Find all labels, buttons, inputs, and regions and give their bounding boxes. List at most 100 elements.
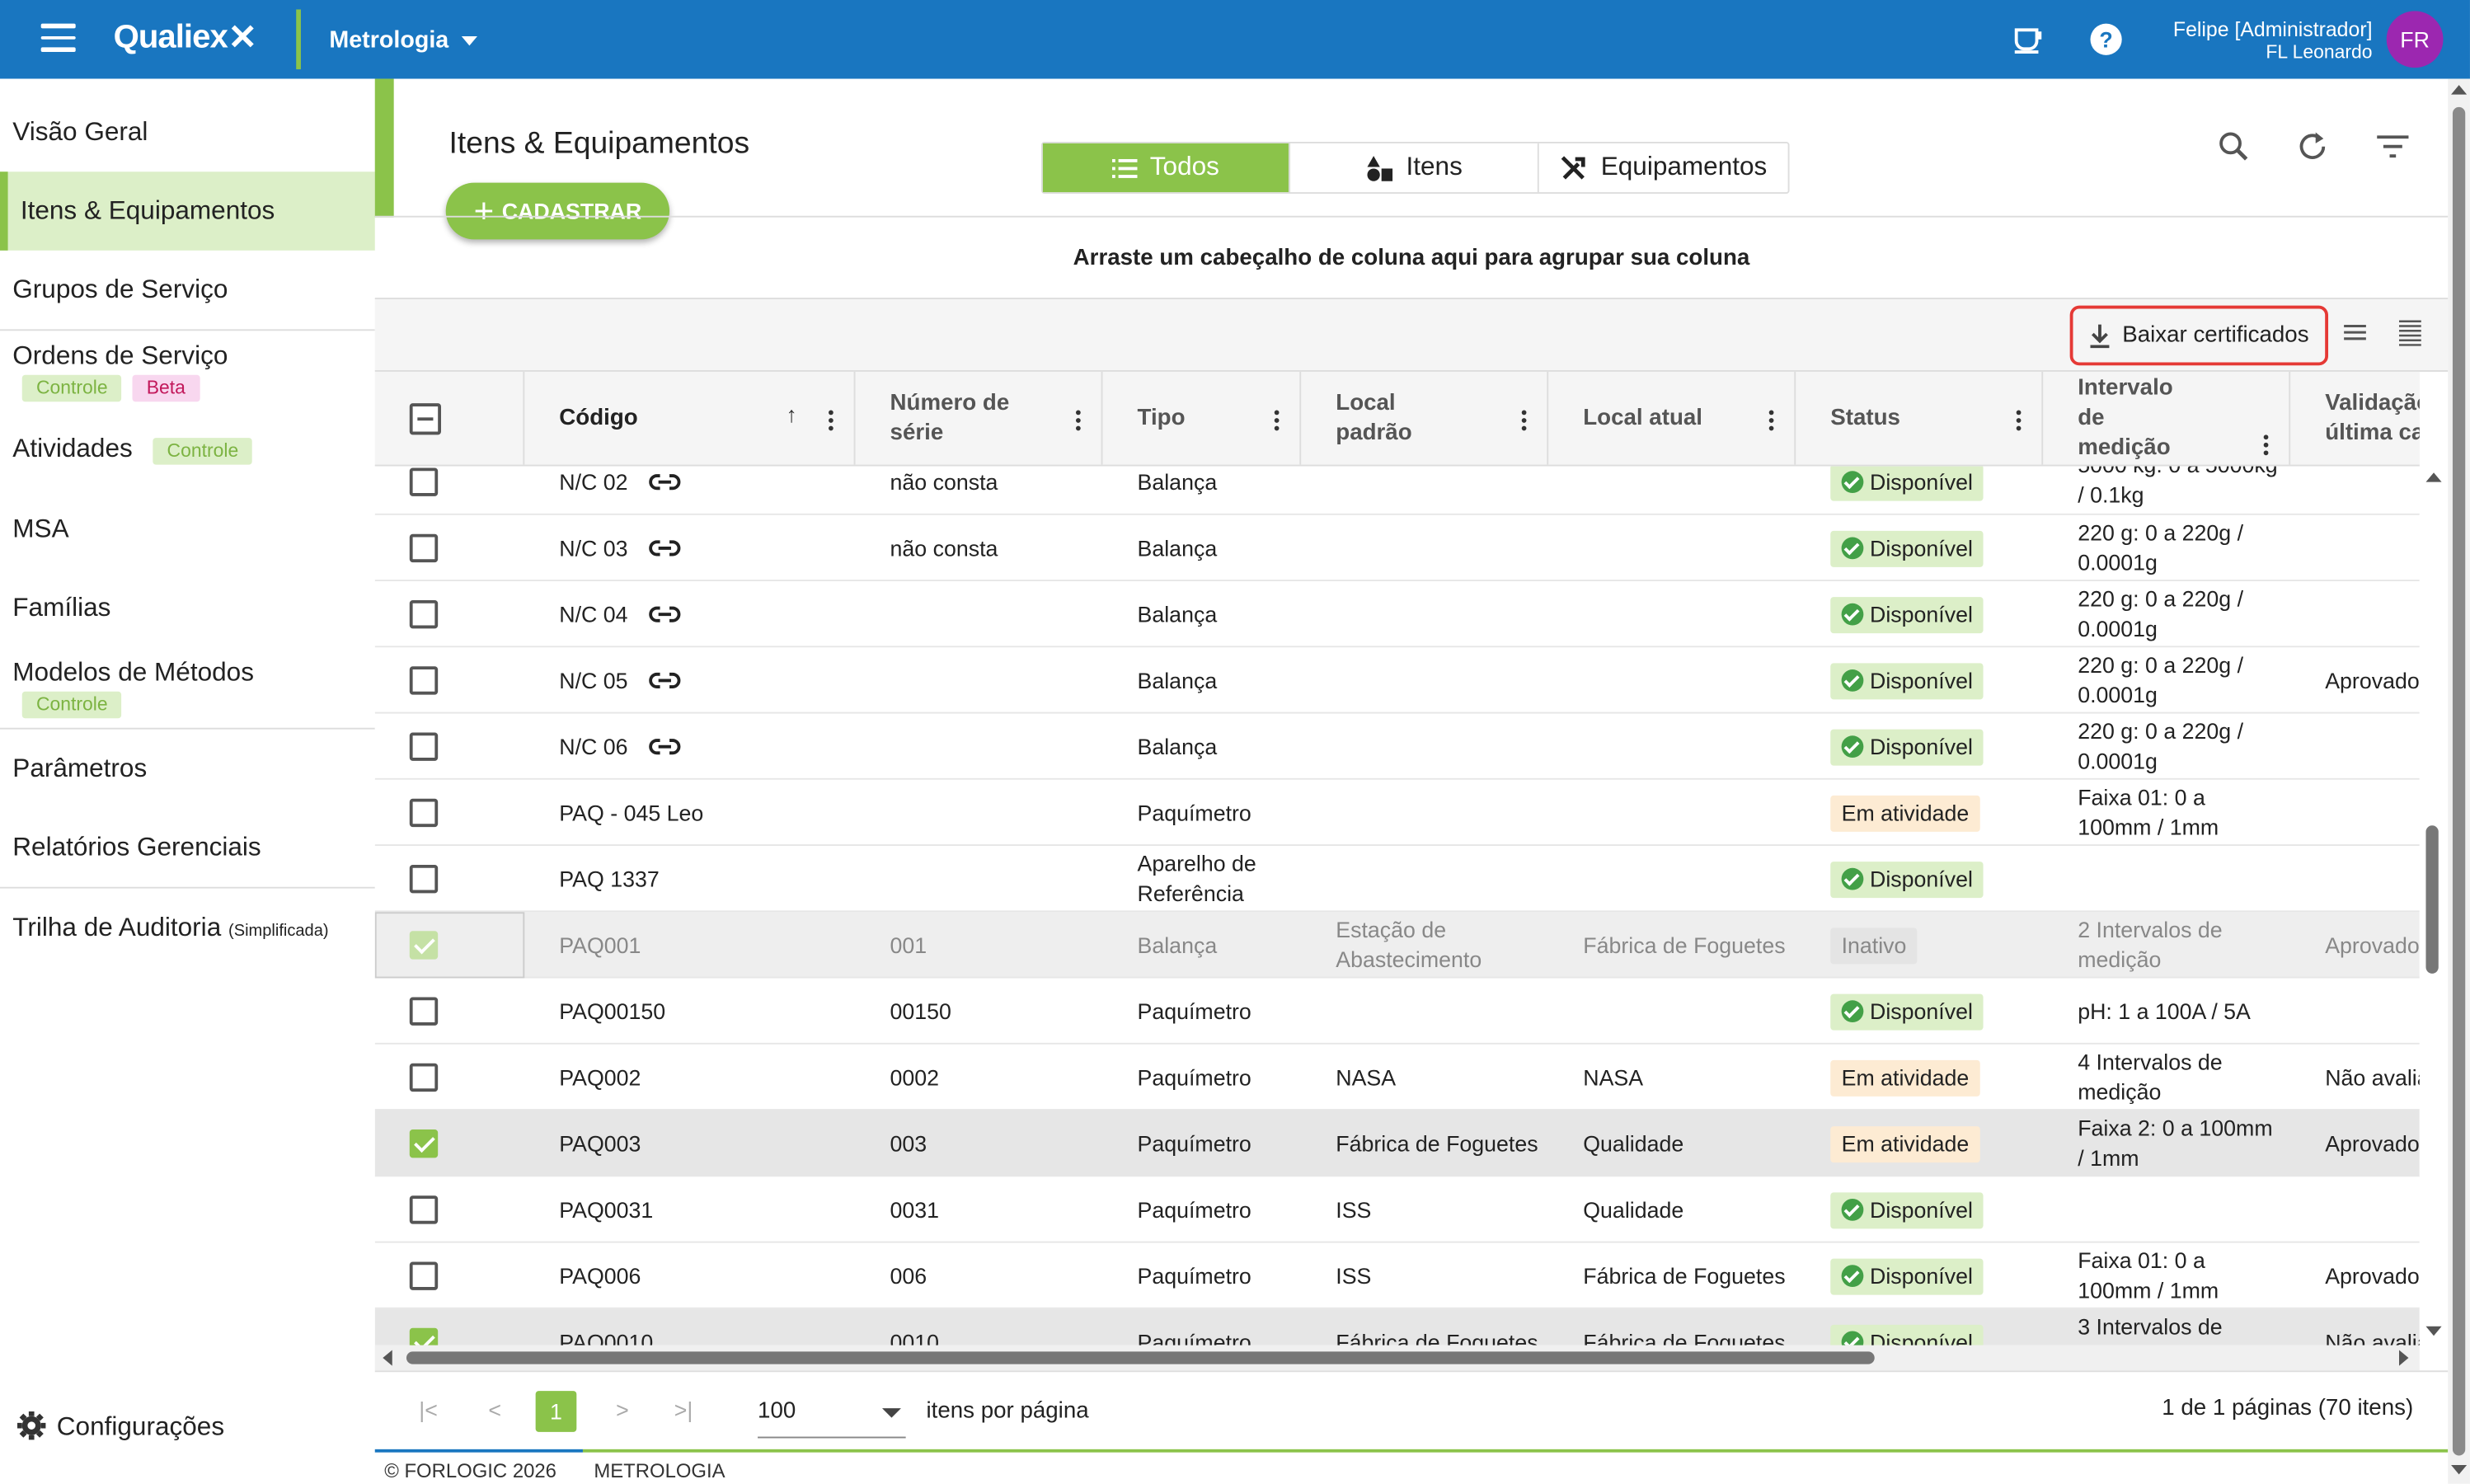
column-menu-icon[interactable]	[1076, 410, 1082, 433]
column-menu-icon[interactable]	[2016, 410, 2023, 433]
table-row[interactable]: N/C 05 Balança Disponível 220 g: 0 a 220g /…	[374, 647, 2420, 714]
row-checkbox[interactable]	[409, 1327, 439, 1345]
coffee-cup-icon[interactable]	[2010, 22, 2045, 57]
table-row[interactable]: PAQ002 0002 Paquímetro NASA NASA Em atividade…	[374, 1044, 2420, 1111]
row-checkbox[interactable]	[409, 732, 439, 761]
column-menu-icon[interactable]	[1768, 410, 1776, 433]
link-icon[interactable]	[646, 669, 681, 692]
filter-icon[interactable]	[2375, 129, 2410, 164]
column-header-numero-serie[interactable]: Número de série	[856, 371, 1103, 465]
row-checkbox[interactable]	[409, 533, 439, 563]
sidebar-item-trilha-auditoria[interactable]: Trilha de Auditoria (Simplificada)	[0, 896, 375, 959]
column-chooser-icon[interactable]	[2396, 318, 2424, 346]
row-checkbox[interactable]	[409, 864, 439, 894]
tab-equipamentos[interactable]: Equipamentos	[1539, 143, 1788, 192]
column-menu-icon[interactable]	[2263, 434, 2270, 457]
column-header-validacao[interactable]: Validação última ca	[2290, 372, 2420, 465]
link-icon[interactable]	[646, 471, 681, 493]
row-checkbox[interactable]	[409, 798, 439, 828]
table-row[interactable]: PAQ003 003 Paquímetro Fábrica de Foguetes Qu…	[374, 1111, 2420, 1177]
table-row[interactable]: N/C 06 Balança Disponível 220 g: 0 a 220g /…	[374, 713, 2420, 780]
column-header-codigo[interactable]: Código ↑	[524, 371, 856, 465]
tab-itens[interactable]: Itens	[1290, 143, 1539, 193]
page-size-select[interactable]: 100	[758, 1385, 906, 1439]
link-icon[interactable]	[646, 603, 681, 626]
scroll-down-icon[interactable]	[2451, 1464, 2468, 1475]
row-checkbox[interactable]	[409, 599, 439, 629]
table-row[interactable]: PAQ - 045 Leo Paquímetro Em atividade Faixa…	[374, 779, 2420, 847]
scroll-thumb[interactable]	[406, 1351, 1875, 1364]
download-certificates-button[interactable]: Baixar certificados	[2069, 305, 2329, 366]
status-cell: Em atividade	[1830, 1111, 1980, 1176]
sidebar-item-familias[interactable]: Famílias	[0, 576, 375, 639]
column-menu-icon[interactable]	[829, 410, 835, 433]
column-header-intervalo[interactable]: Intervalo de medição	[2043, 371, 2291, 465]
link-icon[interactable]	[646, 538, 681, 560]
row-checkbox[interactable]	[409, 1195, 439, 1224]
sidebar-item-grupos-servico[interactable]: Grupos de Serviço	[0, 258, 375, 321]
first-page-icon[interactable]: |<	[419, 1397, 438, 1423]
table-row[interactable]: PAQ0010 0010 Paquímetro Fábrica de Foguetes…	[374, 1308, 2420, 1345]
scroll-down-icon[interactable]	[2425, 1326, 2442, 1336]
row-checkbox[interactable]	[409, 467, 439, 496]
user-info[interactable]: Felipe [Administrador] FL Leonardo	[2173, 17, 2373, 64]
sidebar-item-itens-equipamentos[interactable]: Itens & Equipamentos	[0, 171, 375, 251]
avatar[interactable]: FR	[2386, 11, 2444, 68]
row-checkbox[interactable]	[409, 666, 439, 695]
select-all-checkbox[interactable]	[409, 403, 441, 435]
scroll-up-icon[interactable]	[2425, 472, 2442, 482]
row-checkbox[interactable]	[409, 1261, 439, 1290]
scroll-left-icon[interactable]	[383, 1350, 392, 1366]
page-scrollbar[interactable]	[2448, 78, 2470, 1484]
refresh-icon[interactable]	[2295, 129, 2330, 164]
column-header-local-atual[interactable]: Local atual	[1548, 371, 1796, 465]
app-logo[interactable]: Qualiex	[114, 19, 256, 57]
compact-density-icon[interactable]	[2341, 318, 2369, 346]
table-row[interactable]: N/C 04 Balança Disponível 220 g: 0 a 220g /…	[374, 581, 2420, 648]
column-menu-icon[interactable]	[1521, 410, 1528, 433]
module-selector[interactable]: Metrologia	[329, 26, 477, 54]
tab-todos[interactable]: Todos	[1042, 143, 1290, 193]
search-icon[interactable]	[2216, 129, 2251, 164]
table-row[interactable]: N/C 03 não consta Balança Disponível 220 g: …	[374, 514, 2420, 582]
table-horizontal-scrollbar[interactable]	[374, 1345, 2420, 1371]
sidebar-item-ordens-servico[interactable]: Ordens de Serviço Controle Beta	[0, 334, 375, 410]
table-row[interactable]: PAQ001 001 Balança Estação de Abastecimento…	[374, 912, 2420, 979]
sidebar-item-msa[interactable]: MSA	[0, 498, 375, 561]
scroll-thumb[interactable]	[2425, 825, 2439, 974]
table-vertical-scrollbar[interactable]	[2419, 466, 2449, 1345]
previous-page-icon[interactable]: <	[488, 1397, 501, 1423]
sidebar-item-modelos-metodos[interactable]: Modelos de Métodos Controle	[0, 650, 375, 726]
column-header-status[interactable]: Status	[1796, 371, 2044, 465]
table-row[interactable]: N/C 02 não consta Balança Disponível 5000 kg…	[374, 466, 2420, 515]
row-checkbox[interactable]	[409, 1063, 439, 1092]
table-row[interactable]: PAQ 1337 Aparelho de Referência Disponível	[374, 846, 2420, 913]
row-checkbox[interactable]	[409, 997, 439, 1026]
sort-ascending-icon[interactable]: ↑	[786, 402, 796, 427]
sidebar-item-atividades[interactable]: Atividades Controle	[0, 419, 375, 481]
table-row[interactable]: PAQ0031 0031 Paquímetro ISS Qualidade Disponí…	[374, 1176, 2420, 1243]
link-icon[interactable]	[646, 735, 681, 758]
scroll-right-icon[interactable]	[2398, 1350, 2409, 1366]
group-drop-zone[interactable]: Arraste um cabeçalho de coluna aqui para…	[374, 218, 2449, 300]
sidebar-item-label: Ordens de Serviço	[12, 341, 228, 371]
current-page[interactable]: 1	[535, 1391, 577, 1432]
page-title: Itens & Equipamentos	[448, 125, 750, 161]
column-header-local-padrao[interactable]: Local padrão	[1301, 371, 1549, 465]
sidebar-item-visao-geral[interactable]: Visão Geral	[0, 101, 375, 163]
sidebar-item-parametros[interactable]: Parâmetros	[0, 737, 375, 800]
column-menu-icon[interactable]	[1274, 410, 1281, 433]
table-row[interactable]: PAQ00150 00150 Paquímetro Disponível pH: 1 a…	[374, 978, 2420, 1045]
table-row[interactable]: PAQ006 006 Paquímetro ISS Fábrica de Foguete…	[374, 1242, 2420, 1309]
help-icon[interactable]: ?	[2089, 22, 2124, 57]
config-button[interactable]: Configurações	[16, 1410, 224, 1443]
scroll-thumb[interactable]	[2452, 106, 2466, 1456]
row-checkbox[interactable]	[409, 1129, 439, 1158]
next-page-icon[interactable]: >	[616, 1397, 629, 1423]
hamburger-menu-icon[interactable]	[40, 23, 76, 55]
local-padrao-cell	[1336, 846, 1556, 912]
column-header-tipo[interactable]: Tipo	[1102, 371, 1302, 465]
scroll-up-icon[interactable]	[2451, 85, 2468, 95]
sidebar-item-relatorios-gerenciais[interactable]: Relatórios Gerenciais	[0, 816, 375, 879]
last-page-icon[interactable]: >|	[674, 1397, 693, 1423]
